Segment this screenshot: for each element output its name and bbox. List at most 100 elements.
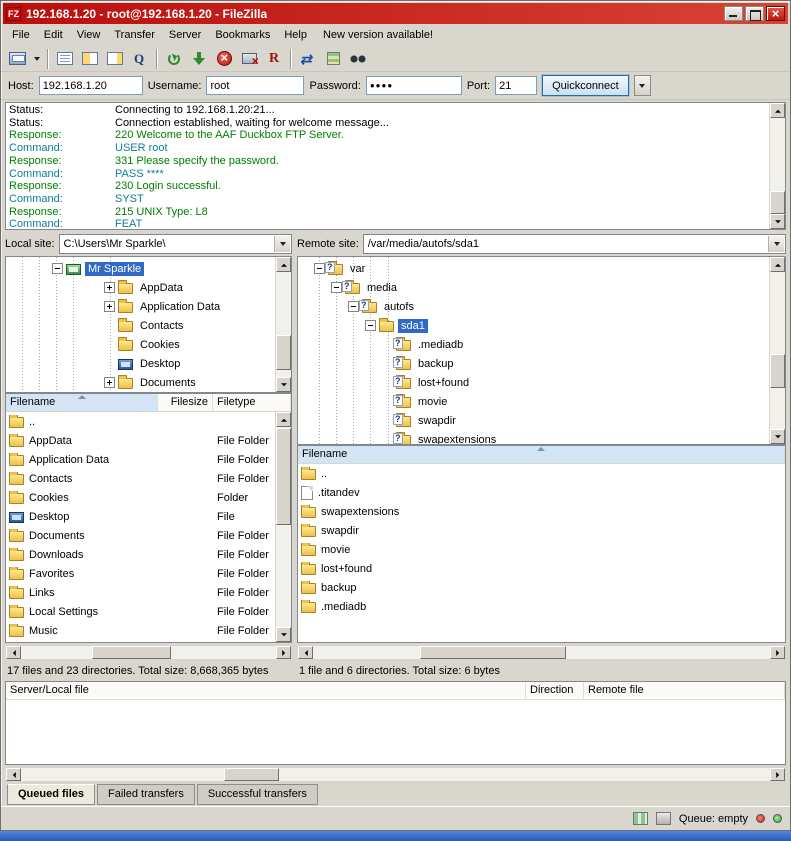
scroll-right-button[interactable] (770, 768, 785, 781)
remote-site-combobox[interactable]: /var/media/autofs/sda1 (363, 234, 786, 254)
reconnect-button[interactable] (262, 48, 286, 70)
file-row[interactable]: ContactsFile Folder (6, 469, 291, 488)
tree-item[interactable]: lost+found (298, 373, 768, 392)
scroll-up-button[interactable] (276, 257, 291, 272)
file-row[interactable]: DesktopFile (6, 507, 291, 526)
port-input[interactable] (495, 76, 537, 95)
file-row[interactable]: LinksFile Folder (6, 583, 291, 602)
tab-queued-files[interactable]: Queued files (7, 784, 95, 805)
expand-icon[interactable] (104, 301, 115, 312)
scroll-up-button[interactable] (276, 412, 291, 427)
column-header-filename[interactable]: Filename (6, 394, 158, 411)
maximize-button[interactable] (745, 6, 764, 21)
tree-item[interactable]: .mediadb (298, 335, 768, 354)
refresh-button[interactable] (162, 48, 186, 70)
scroll-up-button[interactable] (770, 103, 785, 118)
file-row[interactable]: .. (6, 412, 291, 431)
scroll-down-button[interactable] (770, 214, 785, 229)
username-input[interactable] (206, 76, 304, 95)
tree-item[interactable]: sda1 (298, 316, 768, 335)
cancel-button[interactable] (212, 48, 236, 70)
tree-item[interactable]: Mr Sparkle (6, 259, 274, 278)
tree-item[interactable]: backup (298, 354, 768, 373)
scroll-thumb[interactable] (276, 428, 291, 525)
scroll-thumb[interactable] (92, 646, 172, 659)
find-files-button[interactable] (346, 48, 370, 70)
local-tree-scrollbar[interactable] (275, 257, 291, 392)
toggle-local-tree-button[interactable] (78, 48, 102, 70)
tree-item[interactable]: AppData (6, 278, 274, 297)
file-row[interactable]: MusicFile Folder (6, 621, 291, 640)
tree-item[interactable]: movie (298, 392, 768, 411)
tree-item[interactable]: media (298, 278, 768, 297)
scroll-right-button[interactable] (276, 646, 291, 659)
scroll-left-button[interactable] (6, 646, 21, 659)
site-manager-dropdown[interactable] (30, 48, 43, 70)
file-row[interactable]: swapextensions (298, 502, 785, 521)
collapse-icon[interactable] (348, 301, 359, 312)
collapse-icon[interactable] (331, 282, 342, 293)
file-row[interactable]: lost+found (298, 559, 785, 578)
local-list-hscrollbar[interactable] (5, 645, 292, 660)
file-row[interactable]: DownloadsFile Folder (6, 545, 291, 564)
disconnect-button[interactable] (237, 48, 261, 70)
tree-item[interactable]: Desktop (6, 354, 274, 373)
file-row[interactable]: Local SettingsFile Folder (6, 602, 291, 621)
column-header-remote-file[interactable]: Remote file (584, 682, 785, 699)
file-row[interactable]: swapdir (298, 521, 785, 540)
scroll-down-button[interactable] (770, 429, 785, 444)
column-header-filename[interactable]: Filename (298, 446, 785, 463)
tree-item[interactable]: autofs (298, 297, 768, 316)
menu-file[interactable]: File (5, 26, 37, 44)
scroll-up-button[interactable] (770, 257, 785, 272)
file-row[interactable]: .mediadb (298, 597, 785, 616)
column-header-filetype[interactable]: Filetype (213, 394, 291, 411)
quickconnect-dropdown-button[interactable] (634, 75, 651, 96)
tree-item[interactable]: Application Data (6, 297, 274, 316)
scroll-down-button[interactable] (276, 377, 291, 392)
collapse-icon[interactable] (314, 263, 325, 274)
tree-item[interactable]: swapextensions (298, 430, 768, 445)
site-manager-button[interactable] (5, 48, 29, 70)
collapse-icon[interactable] (365, 320, 376, 331)
menu-new-version-notice[interactable]: New version available! (316, 26, 440, 44)
local-list-scrollbar[interactable] (275, 412, 291, 642)
scroll-thumb[interactable] (224, 768, 279, 781)
toggle-remote-tree-button[interactable] (103, 48, 127, 70)
remote-list-hscrollbar[interactable] (297, 645, 786, 660)
menu-view[interactable]: View (70, 26, 108, 44)
menu-bookmarks[interactable]: Bookmarks (208, 26, 277, 44)
menu-server[interactable]: Server (162, 26, 208, 44)
directory-comparison-button[interactable] (321, 48, 345, 70)
close-button[interactable] (766, 6, 785, 21)
column-header-direction[interactable]: Direction (526, 682, 584, 699)
expand-icon[interactable] (104, 377, 115, 388)
file-row[interactable]: .. (298, 464, 785, 483)
file-row[interactable]: FavoritesFile Folder (6, 564, 291, 583)
title-bar[interactable]: FZ 192.168.1.20 - root@192.168.1.20 - Fi… (3, 3, 788, 24)
file-row[interactable]: AppDataFile Folder (6, 431, 291, 450)
scroll-down-button[interactable] (276, 627, 291, 642)
toggle-log-button[interactable] (53, 48, 77, 70)
scroll-thumb[interactable] (276, 335, 291, 370)
filename-filters-button[interactable] (128, 48, 152, 70)
local-site-combobox[interactable]: C:\Users\Mr Sparkle\ (59, 234, 292, 254)
scroll-right-button[interactable] (770, 646, 785, 659)
file-row[interactable]: DocumentsFile Folder (6, 526, 291, 545)
file-row[interactable]: Application DataFile Folder (6, 450, 291, 469)
file-row[interactable]: movie (298, 540, 785, 559)
tab-failed-transfers[interactable]: Failed transfers (97, 784, 195, 805)
tab-successful-transfers[interactable]: Successful transfers (197, 784, 318, 805)
collapse-icon[interactable] (52, 263, 63, 274)
synchronized-browsing-button[interactable] (296, 48, 320, 70)
queue-hscrollbar[interactable] (5, 767, 786, 782)
menu-transfer[interactable]: Transfer (107, 26, 162, 44)
menu-edit[interactable]: Edit (37, 26, 70, 44)
scroll-thumb[interactable] (770, 191, 785, 214)
tree-item[interactable]: Documents (6, 373, 274, 392)
scroll-left-button[interactable] (6, 768, 21, 781)
scroll-left-button[interactable] (298, 646, 313, 659)
log-scrollbar[interactable] (769, 103, 785, 229)
file-row[interactable]: .titandev (298, 483, 785, 502)
scroll-thumb[interactable] (770, 354, 785, 388)
